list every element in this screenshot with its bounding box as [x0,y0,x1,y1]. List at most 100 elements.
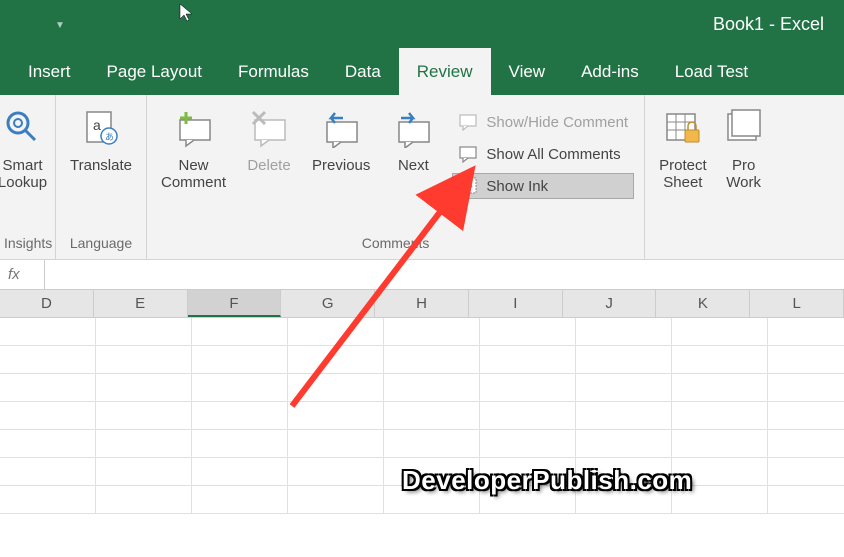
cell[interactable] [0,318,96,346]
protect-workbook-button[interactable]: ProWork [717,101,771,193]
new-comment-button[interactable]: NewComment [151,101,236,193]
tab-review[interactable]: Review [399,48,491,95]
tab-data[interactable]: Data [327,48,399,95]
cell[interactable] [96,458,192,486]
magnify-icon [0,103,46,153]
col-header-k[interactable]: K [656,290,750,317]
cell[interactable] [96,486,192,514]
tab-view[interactable]: View [491,48,564,95]
cell[interactable] [0,374,96,402]
cell[interactable] [672,430,768,458]
col-header-i[interactable]: I [469,290,563,317]
cell[interactable] [0,486,96,514]
cell[interactable] [192,402,288,430]
cell[interactable] [768,318,844,346]
col-header-d[interactable]: D [0,290,94,317]
cell[interactable] [480,318,576,346]
cell[interactable] [576,346,672,374]
group-label-language: Language [60,231,142,257]
cell[interactable] [576,374,672,402]
delete-comment-button[interactable]: Delete [236,101,302,176]
group-label-changes [649,231,771,257]
qat-dropdown-icon[interactable]: ▼ [55,20,65,31]
cell[interactable] [480,374,576,402]
cell[interactable] [768,402,844,430]
cell[interactable] [96,430,192,458]
cell[interactable] [288,458,384,486]
svg-text:a: a [93,117,101,133]
col-header-h[interactable]: H [375,290,469,317]
cell[interactable] [672,318,768,346]
group-label-insights: Insights [4,231,51,257]
tab-page-layout[interactable]: Page Layout [89,48,220,95]
next-comment-button[interactable]: Next [380,101,446,176]
cell[interactable] [384,402,480,430]
cell[interactable] [96,402,192,430]
cell[interactable] [768,374,844,402]
cell[interactable] [192,430,288,458]
cell[interactable] [576,402,672,430]
tab-addins[interactable]: Add-ins [563,48,657,95]
cell[interactable] [288,402,384,430]
group-changes: ProtectSheet ProWork [645,95,775,259]
show-hide-comment-label: Show/Hide Comment [486,114,628,131]
cell[interactable] [768,458,844,486]
cell[interactable] [96,318,192,346]
cell[interactable] [576,430,672,458]
cell[interactable] [384,318,480,346]
fx-label[interactable]: fx [0,260,45,289]
cell[interactable] [576,318,672,346]
cell[interactable] [288,486,384,514]
translate-button[interactable]: a あ Translate [60,101,142,176]
col-header-j[interactable]: J [563,290,657,317]
cell[interactable] [672,346,768,374]
cell[interactable] [288,346,384,374]
previous-comment-icon [318,103,364,153]
smart-lookup-button[interactable]: SmartLookup [0,101,57,193]
show-hide-comment-button[interactable]: Show/Hide Comment [452,109,634,135]
col-header-e[interactable]: E [94,290,188,317]
tab-load-test[interactable]: Load Test [657,48,766,95]
formula-bar: fx [0,260,844,290]
cell[interactable] [480,402,576,430]
previous-comment-button[interactable]: Previous [302,101,380,176]
cell[interactable] [288,374,384,402]
cell[interactable] [192,346,288,374]
cell[interactable] [0,430,96,458]
formula-input[interactable] [45,260,844,289]
cell[interactable] [384,374,480,402]
cell[interactable] [480,430,576,458]
cell[interactable] [768,486,844,514]
cell[interactable] [672,402,768,430]
cell[interactable] [96,374,192,402]
tab-insert[interactable]: Insert [10,48,89,95]
protect-workbook-label: ProWork [726,157,761,191]
cell[interactable] [192,374,288,402]
delete-comment-label: Delete [247,157,290,174]
cell[interactable] [0,458,96,486]
cell[interactable] [384,346,480,374]
show-ink-button[interactable]: Show Ink [452,173,634,199]
cell[interactable] [96,346,192,374]
new-comment-icon [171,103,217,153]
cell[interactable] [672,374,768,402]
protect-sheet-button[interactable]: ProtectSheet [649,101,717,193]
tab-formulas[interactable]: Formulas [220,48,327,95]
cell[interactable] [288,430,384,458]
cell[interactable] [768,430,844,458]
cell[interactable] [480,346,576,374]
col-header-f[interactable]: F [188,290,282,317]
show-all-comments-label: Show All Comments [486,146,620,163]
cell[interactable] [768,346,844,374]
cell[interactable] [192,318,288,346]
col-header-l[interactable]: L [750,290,844,317]
col-header-g[interactable]: G [281,290,375,317]
cell[interactable] [0,402,96,430]
cell[interactable] [0,346,96,374]
show-all-comments-button[interactable]: Show All Comments [452,141,634,167]
cell[interactable] [288,318,384,346]
delete-comment-icon [246,103,292,153]
cell[interactable] [384,430,480,458]
cell[interactable] [192,458,288,486]
cell[interactable] [192,486,288,514]
